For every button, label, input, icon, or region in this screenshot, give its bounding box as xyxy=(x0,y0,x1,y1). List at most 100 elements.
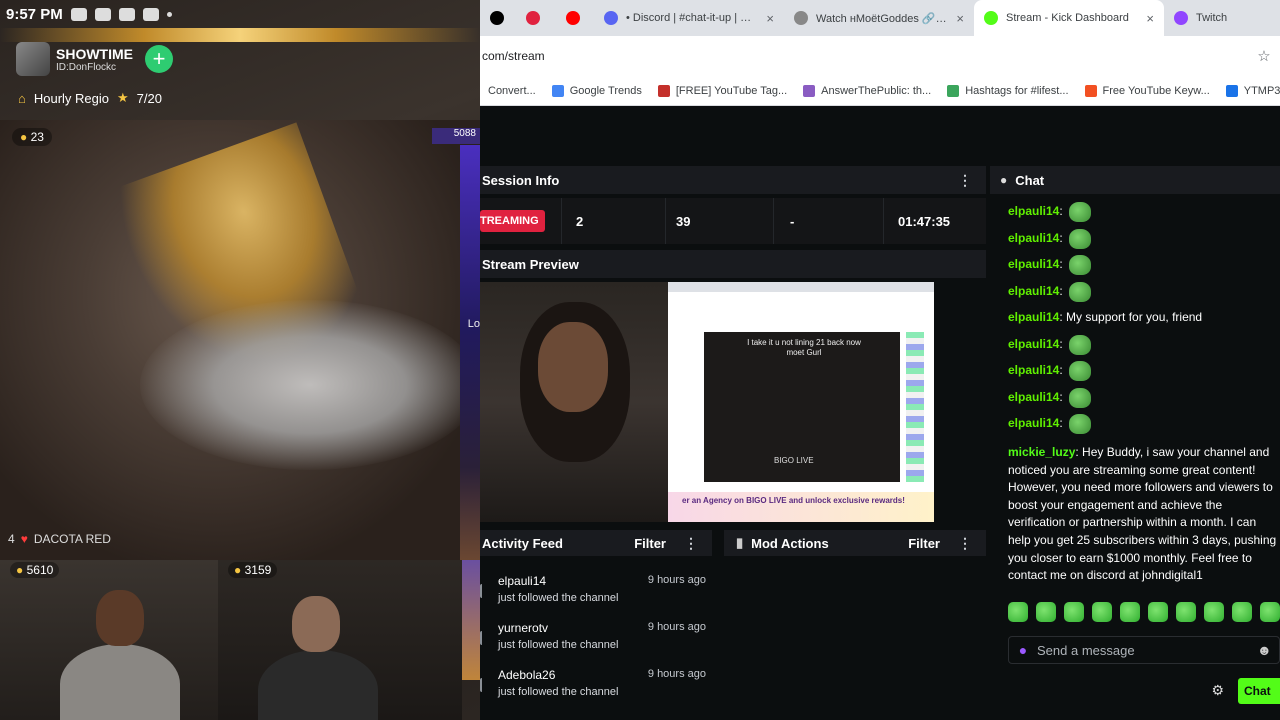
bookmark-label: YTMP3 - YouTu xyxy=(1243,84,1280,97)
bookmark-item[interactable]: AnswerThePublic: th... xyxy=(795,84,939,97)
chat-username[interactable]: elpauli14 xyxy=(1008,363,1059,377)
activity-username[interactable]: Adebola26 xyxy=(498,668,555,682)
emote-picker-icon[interactable] xyxy=(1176,602,1196,622)
emote-picker-icon[interactable] xyxy=(1232,602,1252,622)
mod-filter-button[interactable]: Filter xyxy=(908,536,940,551)
notification-dot-icon xyxy=(166,11,172,17)
activity-username[interactable]: yurnerotv xyxy=(498,621,548,635)
close-tab-icon[interactable]: × xyxy=(766,11,774,26)
emote-picker-icon[interactable] xyxy=(1064,602,1084,622)
pepe-emote-icon xyxy=(1069,281,1092,302)
crown-frame xyxy=(0,28,480,42)
guest-2-head xyxy=(292,596,340,652)
url-field[interactable]: com/stream xyxy=(480,49,1248,63)
phone-status-bar: 9:57 PM xyxy=(0,0,480,28)
guest-2-body xyxy=(258,650,378,720)
youtube-icon xyxy=(566,11,580,25)
activity-filter-button[interactable]: Filter xyxy=(634,536,666,551)
stream-preview[interactable]: I take it u not lining 21 back now moet … xyxy=(480,282,934,522)
preview-chat-strip xyxy=(906,332,924,482)
guest-2-beans: ● 3159 xyxy=(228,562,278,578)
chat-username[interactable]: elpauli14 xyxy=(1008,204,1059,218)
record-icon xyxy=(526,11,540,25)
tab-title: Twitch xyxy=(1196,12,1228,24)
bookmark-item[interactable]: [FREE] YouTube Tag... xyxy=(650,84,795,97)
mod-actions-title: Mod Actions xyxy=(751,535,829,551)
bookmark-item[interactable]: YTMP3 - YouTu xyxy=(1218,84,1280,97)
chat-message-input[interactable] xyxy=(1037,642,1257,658)
browser-tab[interactable] xyxy=(480,0,516,36)
chat-username[interactable]: mickie_luzy xyxy=(1008,445,1075,459)
emote-picker-icon[interactable] xyxy=(1008,602,1028,622)
chat-username[interactable]: elpauli14 xyxy=(1008,390,1059,404)
bookmark-item[interactable]: Google Trends xyxy=(544,84,650,97)
bookmark-label: [FREE] YouTube Tag... xyxy=(675,84,788,97)
guest-video-2[interactable]: ● 3159 xyxy=(218,560,462,720)
emote-picker-icon[interactable] xyxy=(1260,602,1280,622)
tab-title: • Discord | #chat-it-up | Coc xyxy=(626,12,759,24)
activity-message: just followed the channel xyxy=(498,592,619,604)
browser-tab[interactable]: Twitch xyxy=(1164,0,1260,36)
chat-input-box: ● ☻ xyxy=(1008,636,1280,664)
bookmark-star-icon[interactable]: ☆ xyxy=(1248,47,1280,65)
mod-menu-icon[interactable]: ⋮ xyxy=(958,535,972,552)
guest-1-head xyxy=(96,590,144,646)
pepe-emote-icon xyxy=(1069,334,1092,355)
browser-tab[interactable] xyxy=(516,0,556,36)
bookmark-item[interactable]: Free YouTube Keyw... xyxy=(1077,84,1218,97)
bookmark-label: AnswerThePublic: th... xyxy=(821,84,932,97)
activity-username[interactable]: elpauli14 xyxy=(498,574,546,588)
activity-time: 9 hours ago xyxy=(647,574,706,586)
send-chat-button[interactable]: Chat xyxy=(1238,678,1280,704)
activity-menu-icon[interactable]: ⋮ xyxy=(684,535,698,552)
stream-preview-header: Stream Preview xyxy=(480,250,986,278)
preview-banner-text: er an Agency on BIGO LIVE and unlock exc… xyxy=(682,496,905,505)
gear-icon[interactable]: ⚙ xyxy=(1211,682,1224,699)
browser-tab[interactable]: Stream - Kick Dashboard × xyxy=(974,0,1164,36)
emote-picker-icon[interactable] xyxy=(1036,602,1056,622)
gift-sender: DACOTA RED xyxy=(33,532,111,546)
emoji-icon[interactable]: ☻ xyxy=(1257,642,1279,658)
emote-picker-icon[interactable] xyxy=(1120,602,1140,622)
chat-username[interactable]: elpauli14 xyxy=(1008,257,1059,271)
watch-icon xyxy=(794,11,808,25)
emote-picker-icon[interactable] xyxy=(1148,602,1168,622)
follow-button[interactable]: + xyxy=(145,45,173,73)
host-card[interactable]: SHOWTIME ID:DonFlockc + xyxy=(16,42,173,76)
browser-tab[interactable]: Watch нMoëtGoddes 🔗 Liv × xyxy=(784,0,974,36)
preview-browser-view: I take it u not lining 21 back now moet … xyxy=(668,282,934,522)
chat-username[interactable]: elpauli14 xyxy=(1008,231,1059,245)
emote-picker-icon[interactable] xyxy=(1204,602,1224,622)
chat-username[interactable]: elpauli14 xyxy=(1008,310,1059,324)
bean-icon: ● xyxy=(20,130,28,144)
stat-2: 39 xyxy=(666,198,774,244)
chat-username[interactable]: elpauli14 xyxy=(1008,284,1059,298)
activity-item: elpauli14 9 hours ago just followed the ch… xyxy=(480,574,712,620)
emote-picker-icon[interactable] xyxy=(1092,602,1112,622)
hourly-label: Hourly Regio xyxy=(33,90,110,106)
kick-dashboard: Session Info ⋮ TREAMING 2 39 - 01:47:35 … xyxy=(480,106,1280,720)
side-beans: 5088 xyxy=(453,128,476,139)
bookmark-item[interactable]: Convert... xyxy=(480,85,544,97)
hourly-ranking[interactable]: ⌂ Hourly Regio ★ 7/20 xyxy=(18,90,162,106)
session-menu-icon[interactable]: ⋮ xyxy=(958,172,972,189)
chat-username[interactable]: elpauli14 xyxy=(1008,416,1059,430)
browser-tab[interactable] xyxy=(556,0,594,36)
chat-message: elpauli14: xyxy=(1008,228,1092,249)
address-bar: com/stream ☆ xyxy=(480,36,1280,76)
pepe-emote-icon xyxy=(1069,387,1092,408)
bookmark-item[interactable]: Hashtags for #lifest... xyxy=(939,84,1076,97)
close-tab-icon[interactable]: × xyxy=(956,11,964,26)
home-icon: ⌂ xyxy=(18,90,26,106)
discord-icon xyxy=(604,11,618,25)
follow-icon xyxy=(480,584,488,598)
microphone-icon[interactable]: ● xyxy=(1009,642,1037,658)
bookmark-favicon-icon xyxy=(947,84,960,97)
browser-tab[interactable]: • Discord | #chat-it-up | Coc × xyxy=(594,0,784,36)
chat-username[interactable]: elpauli14 xyxy=(1008,337,1059,351)
guest-video-1[interactable]: ● 5610 xyxy=(0,560,218,720)
host-avatar xyxy=(16,42,50,76)
chat-message-text: My support for you, friend xyxy=(1066,310,1203,324)
chat-message: elpauli14: xyxy=(1008,281,1092,302)
close-tab-icon[interactable]: × xyxy=(1146,11,1154,26)
